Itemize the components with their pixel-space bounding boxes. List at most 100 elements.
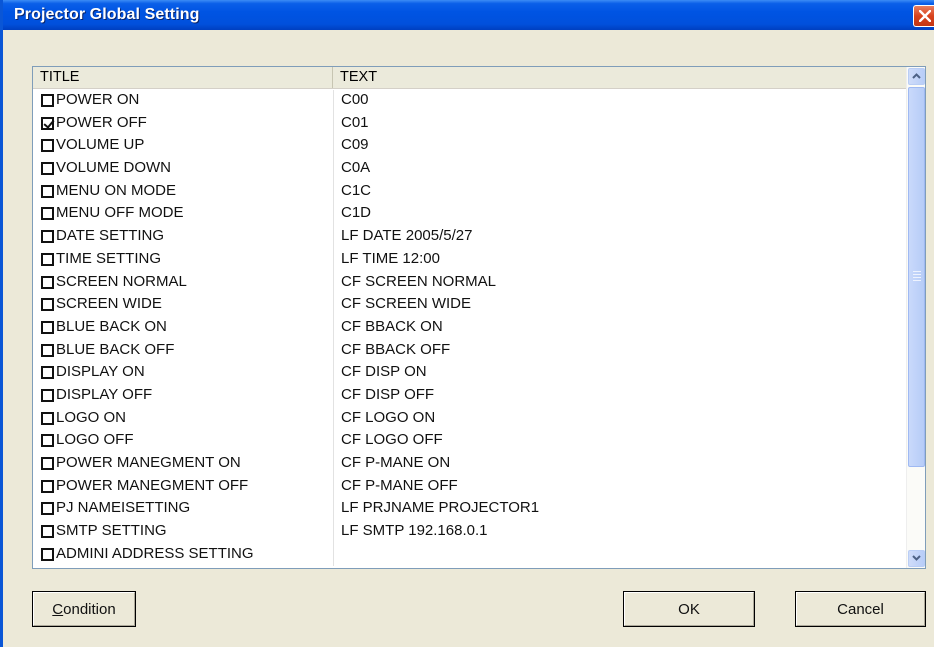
condition-button-label: Condition: [33, 592, 135, 626]
scroll-thumb[interactable]: [908, 87, 925, 467]
row-title: DATE SETTING: [56, 227, 165, 245]
column-separator: [333, 226, 334, 249]
column-separator: [333, 158, 334, 181]
row-checkbox[interactable]: [41, 184, 54, 198]
list-item[interactable]: SCREEN WIDE CF SCREEN WIDE: [33, 294, 906, 317]
vertical-scrollbar[interactable]: [906, 67, 925, 568]
list-item[interactable]: POWER OFF C01: [33, 112, 906, 136]
list-item[interactable]: LOGO OFF CF LOGO OFF: [33, 430, 906, 453]
row-checkbox[interactable]: [41, 252, 54, 266]
list-item[interactable]: MENU ON MODE C1C: [33, 180, 906, 204]
ok-button-label: OK: [624, 592, 754, 626]
row-title: VOLUME DOWN: [56, 159, 172, 177]
column-separator: [333, 543, 334, 567]
row-text: LF SMTP 192.168.0.1: [341, 522, 488, 540]
row-title: POWER MANEGMENT OFF: [56, 476, 249, 494]
row-checkbox[interactable]: [41, 207, 54, 221]
list-item[interactable]: DISPLAY ON CF DISP ON: [33, 362, 906, 385]
command-list[interactable]: TITLE TEXT POWER ON C00 POWER OFF C01 VOLUME…: [32, 66, 926, 569]
scroll-up-button[interactable]: [908, 68, 925, 85]
window-title: Projector Global Setting: [14, 6, 200, 23]
row-title: VOLUME UP: [56, 136, 145, 154]
column-header-title[interactable]: TITLE: [33, 67, 333, 88]
column-separator: [333, 384, 334, 408]
row-text: CF P-MANE ON: [341, 454, 451, 471]
row-title: BLUE BACK OFF: [56, 340, 175, 358]
row-title: POWER ON: [56, 91, 140, 108]
column-separator: [333, 475, 334, 499]
list-item[interactable]: POWER ON C00: [33, 90, 906, 113]
cancel-button-label: Cancel: [796, 592, 925, 626]
condition-mnemonic: C: [52, 601, 64, 618]
row-text: LF TIME 12:00: [341, 249, 440, 267]
projector-global-setting-dialog: Projector Global Setting TITLE TEXT POWE…: [0, 0, 934, 647]
row-checkbox[interactable]: [41, 388, 54, 402]
list-item[interactable]: VOLUME DOWN C0A: [33, 158, 906, 181]
title-bar[interactable]: Projector Global Setting: [3, 0, 934, 30]
row-checkbox[interactable]: [41, 525, 54, 539]
row-checkbox[interactable]: [41, 434, 54, 448]
list-item[interactable]: BLUE BACK OFF CF BBACK OFF: [33, 339, 906, 363]
thumb-grip: [913, 280, 921, 281]
scroll-down-button[interactable]: [908, 550, 925, 567]
list-item[interactable]: SMTP SETTING LF SMTP 192.168.0.1: [33, 521, 906, 544]
column-separator: [333, 112, 334, 136]
close-x-icon: [919, 10, 931, 22]
row-title: PJ NAMEISETTING: [56, 499, 191, 517]
row-text: LF DATE 2005/5/27: [341, 227, 473, 245]
list-item[interactable]: ADMINI ADDRESS SETTING: [33, 543, 906, 567]
row-checkbox[interactable]: [41, 230, 54, 244]
column-header-text[interactable]: TEXT: [333, 67, 906, 88]
row-text: LF PRJNAME PROJECTOR1: [341, 499, 540, 517]
row-title: POWER OFF: [56, 113, 147, 131]
list-item[interactable]: VOLUME UP C09: [33, 135, 906, 159]
list-item[interactable]: LOGO ON CF LOGO ON: [33, 407, 906, 431]
list-item[interactable]: DATE SETTING LF DATE 2005/5/27: [33, 226, 906, 249]
row-text: C1D: [341, 204, 372, 222]
row-checkbox[interactable]: [41, 94, 54, 107]
list-item[interactable]: DISPLAY OFF CF DISP OFF: [33, 384, 906, 408]
row-title: LOGO ON: [56, 408, 127, 426]
row-title: DISPLAY ON: [56, 363, 145, 381]
row-title: ADMINI ADDRESS SETTING: [56, 544, 254, 562]
row-checkbox[interactable]: [41, 162, 54, 176]
column-separator: [333, 430, 334, 453]
condition-label-rest: ondition: [63, 601, 116, 618]
row-checkbox[interactable]: [41, 411, 54, 425]
thumb-grip: [913, 274, 921, 275]
row-text: CF DISP ON: [341, 363, 427, 381]
row-checkbox[interactable]: [41, 320, 54, 334]
row-text: C09: [341, 136, 369, 154]
row-checkbox[interactable]: [41, 547, 54, 561]
row-text: CF SCREEN WIDE: [341, 295, 472, 313]
list-item[interactable]: SCREEN NORMAL CF SCREEN NORMAL: [33, 271, 906, 295]
condition-button[interactable]: Condition: [32, 591, 136, 627]
row-checkbox[interactable]: [41, 457, 54, 470]
row-text: CF BBACK ON: [341, 317, 443, 335]
ok-button[interactable]: OK: [623, 591, 755, 627]
column-separator: [333, 407, 334, 431]
row-checkbox[interactable]: [41, 139, 54, 153]
row-checkbox[interactable]: [41, 502, 54, 516]
row-text: CF BBACK OFF: [341, 340, 451, 358]
column-separator: [333, 521, 334, 544]
row-checkbox[interactable]: [41, 343, 54, 357]
row-checkbox[interactable]: [41, 275, 54, 289]
list-item[interactable]: MENU OFF MODE C1D: [33, 203, 906, 227]
list-item[interactable]: PJ NAMEISETTING LF PRJNAME PROJECTOR1: [33, 498, 906, 522]
list-item[interactable]: POWER MANEGMENT OFF CF P-MANE OFF: [33, 475, 906, 499]
column-separator: [333, 180, 334, 204]
row-title: BLUE BACK ON: [56, 317, 167, 335]
row-checkbox[interactable]: [41, 298, 54, 312]
close-button[interactable]: [913, 5, 934, 27]
list-item[interactable]: POWER MANEGMENT ON CF P-MANE ON: [33, 453, 906, 476]
row-checkbox[interactable]: [41, 366, 54, 380]
list-item[interactable]: BLUE BACK ON CF BBACK ON: [33, 316, 906, 340]
row-checkbox[interactable]: [41, 116, 54, 130]
row-title: MENU ON MODE: [56, 181, 176, 199]
list-rows: POWER ON C00 POWER OFF C01 VOLUME UP C09 VOLUM…: [33, 90, 906, 567]
row-checkbox[interactable]: [41, 479, 54, 493]
cancel-button[interactable]: Cancel: [795, 591, 926, 627]
row-text: CF SCREEN NORMAL: [341, 272, 497, 290]
list-item[interactable]: TIME SETTING LF TIME 12:00: [33, 248, 906, 272]
